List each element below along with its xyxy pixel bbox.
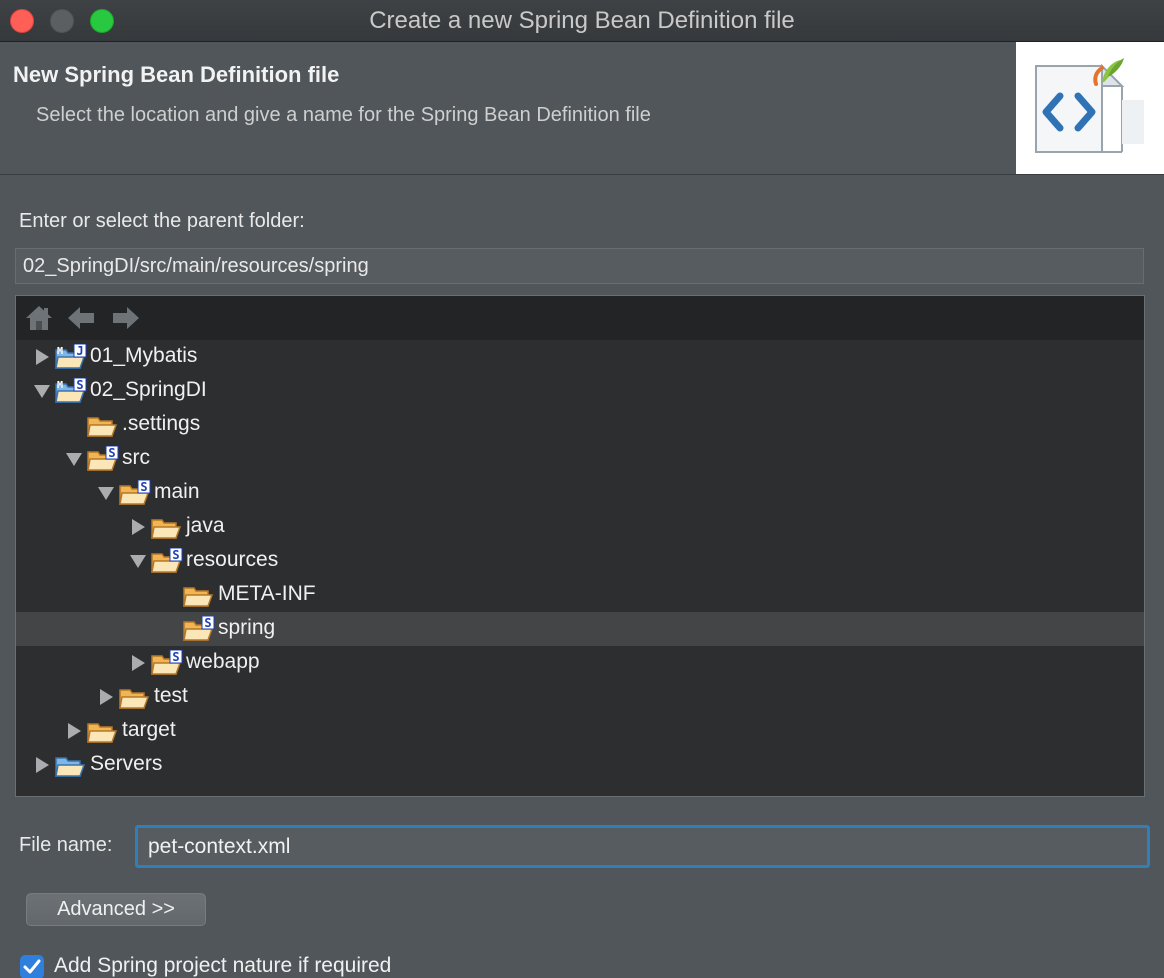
folder-icon <box>150 514 184 540</box>
folder-tree[interactable]: M J 01_Mybatis M S 02_SpringDI .settings Ssrc Sm… <box>15 295 1145 797</box>
tree-item-label: spring <box>218 616 276 639</box>
file-name-input[interactable] <box>135 825 1150 868</box>
project-folder-icon <box>54 752 88 778</box>
collapsed-twisty-icon[interactable] <box>130 655 146 671</box>
tree-item[interactable]: META-INF <box>16 578 1144 612</box>
folder-icon: S <box>86 445 120 472</box>
tree-item[interactable]: .settings <box>16 408 1144 442</box>
tree-item[interactable]: M S 02_SpringDI <box>16 374 1144 408</box>
collapsed-twisty-icon[interactable] <box>130 519 146 535</box>
svg-text:M: M <box>57 346 63 357</box>
tree-item-label: main <box>154 480 200 503</box>
folder-icon: S <box>118 479 152 506</box>
expanded-twisty-icon[interactable] <box>98 485 114 501</box>
tree-item-label: .settings <box>122 412 201 435</box>
svg-text:S: S <box>172 650 179 664</box>
svg-text:S: S <box>140 480 147 494</box>
parent-folder-label: Enter or select the parent folder: <box>19 210 305 232</box>
tree-item-label: webapp <box>186 650 260 673</box>
expanded-twisty-icon[interactable] <box>34 383 50 399</box>
tree-item-label: src <box>122 446 150 469</box>
window-title: Create a new Spring Bean Definition file <box>369 7 795 34</box>
tree-item-label: 02_SpringDI <box>90 378 207 401</box>
tree-item[interactable]: Swebapp <box>16 646 1144 680</box>
tree-item-label: java <box>186 514 225 537</box>
spring-nature-label: Add Spring project nature if required <box>54 954 392 977</box>
spring-xml-file-icon <box>1016 42 1164 174</box>
project-folder-icon: MS <box>54 377 88 404</box>
tree-item[interactable]: Ssrc <box>16 442 1144 476</box>
folder-icon <box>182 582 216 608</box>
home-icon[interactable] <box>24 304 54 332</box>
folder-icon <box>86 718 120 744</box>
svg-text:S: S <box>108 446 115 460</box>
file-name-label: File name: <box>19 834 113 856</box>
expanded-twisty-icon[interactable] <box>66 451 82 467</box>
tree-item-label: Servers <box>90 752 163 775</box>
svg-text:S: S <box>204 616 211 630</box>
title-bar: Create a new Spring Bean Definition file <box>0 0 1164 42</box>
svg-text:J: J <box>76 344 83 358</box>
tree-item[interactable]: java <box>16 510 1144 544</box>
svg-text:M: M <box>57 380 63 391</box>
tree-item-label: target <box>122 718 176 741</box>
svg-text:S: S <box>76 378 83 392</box>
svg-text:S: S <box>172 548 179 562</box>
parent-folder-input[interactable] <box>15 248 1144 284</box>
wizard-title: New Spring Bean Definition file <box>13 62 340 87</box>
tree-item[interactable]: Sresources <box>16 544 1144 578</box>
checkmark-icon <box>23 959 41 974</box>
folder-icon: S <box>150 547 184 574</box>
advanced-button[interactable]: Advanced >> <box>26 893 206 926</box>
folder-icon <box>86 412 120 438</box>
tree-toolbar <box>16 296 1144 340</box>
folder-icon: S <box>150 649 184 676</box>
tree-item[interactable]: test <box>16 680 1144 714</box>
spring-nature-checkbox[interactable] <box>20 955 44 978</box>
tree-item[interactable]: Smain <box>16 476 1144 510</box>
project-folder-icon: MJ <box>54 343 88 370</box>
tree-item-label: resources <box>186 548 279 571</box>
collapsed-twisty-icon[interactable] <box>34 349 50 365</box>
wizard-description: Select the location and give a name for … <box>36 104 651 126</box>
tree-item-label: 01_Mybatis <box>90 344 198 367</box>
collapsed-twisty-icon[interactable] <box>98 689 114 705</box>
tree-item[interactable]: Servers <box>16 748 1144 782</box>
forward-arrow-icon[interactable] <box>111 304 141 332</box>
back-arrow-icon[interactable] <box>66 304 96 332</box>
tree-item[interactable]: M J 01_Mybatis <box>16 340 1144 374</box>
tree-item[interactable]: Sspring <box>16 612 1144 646</box>
tree-item-label: META-INF <box>218 582 316 605</box>
folder-icon: S <box>182 615 216 642</box>
expanded-twisty-icon[interactable] <box>130 553 146 569</box>
wizard-header: New Spring Bean Definition file Select t… <box>0 42 1164 175</box>
folder-icon <box>118 684 152 710</box>
collapsed-twisty-icon[interactable] <box>34 757 50 773</box>
collapsed-twisty-icon[interactable] <box>66 723 82 739</box>
tree-item[interactable]: target <box>16 714 1144 748</box>
tree-item-label: test <box>154 684 188 707</box>
